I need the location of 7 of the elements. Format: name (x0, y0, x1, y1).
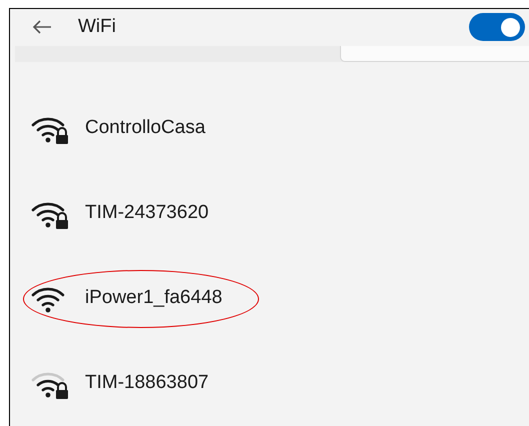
network-name[interactable]: TIM-18863807 (85, 369, 209, 398)
network-name[interactable]: ControlloCasa (85, 114, 206, 143)
page-title: WiFi (78, 15, 116, 39)
back-arrow-icon[interactable] (32, 19, 52, 36)
network-name[interactable]: iPower1_fa6448 (85, 284, 222, 313)
network-name[interactable]: TIM-24373620 (85, 199, 209, 228)
wifi-toggle[interactable] (469, 13, 525, 42)
